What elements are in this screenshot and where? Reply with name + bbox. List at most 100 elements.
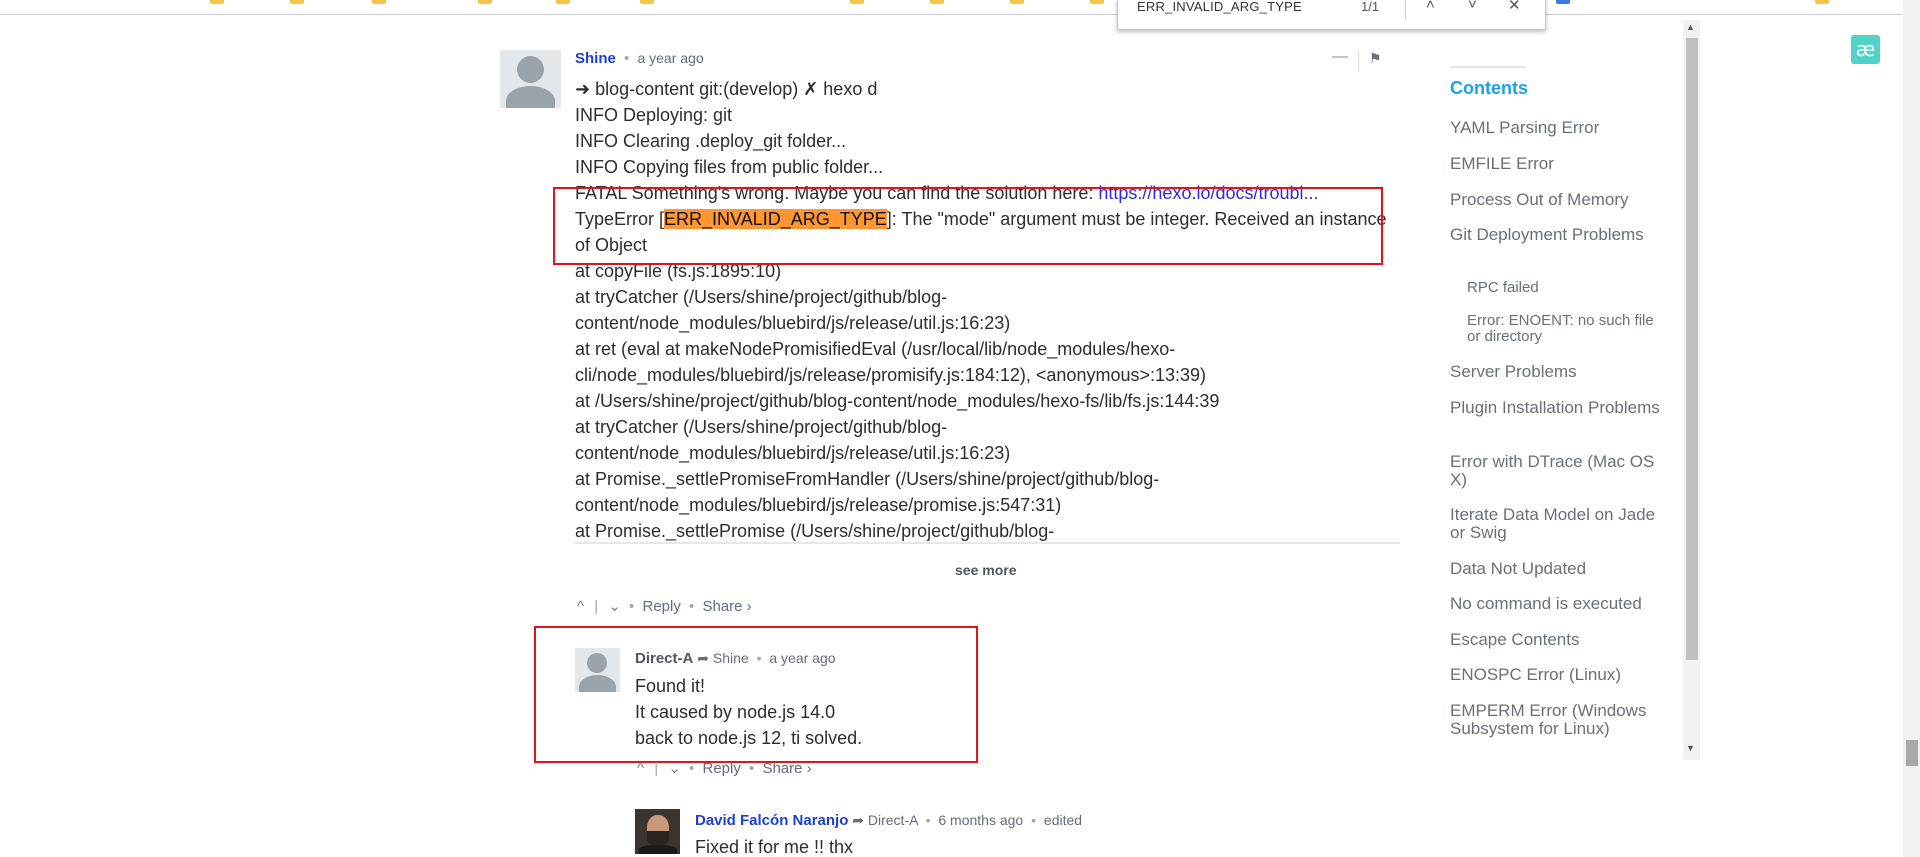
- downvote-icon[interactable]: ⌄: [608, 597, 621, 615]
- toc-item[interactable]: Data Not Updated: [1450, 560, 1660, 578]
- page-scrollbar[interactable]: [1903, 0, 1920, 857]
- find-in-page-bar: ERR_INVALID_ARG_TYPE 1/1 ˄ ˅ ✕: [1117, 0, 1546, 30]
- bookmark-folder-icon[interactable]: [290, 0, 304, 4]
- reply-body: Fixed it for me !! thx: [695, 837, 854, 857]
- edited-label: edited: [1043, 812, 1083, 828]
- bookmark-folder-icon[interactable]: [556, 0, 570, 4]
- avatar[interactable]: [575, 648, 620, 692]
- reply-body: Found it! It caused by node.js 14.0 back…: [635, 673, 862, 751]
- bullet-separator: •: [749, 760, 755, 777]
- comment-header: Shine • a year ago: [575, 50, 704, 67]
- stack-line: at Promise._settlePromiseFromHandler (/U…: [575, 469, 1160, 489]
- reply-button[interactable]: Reply: [642, 598, 680, 615]
- annotation-box-error: [553, 187, 1383, 265]
- reply-line: Found it!: [635, 676, 706, 696]
- toc-scrollbar-thumb[interactable]: [1686, 38, 1698, 660]
- scroll-up-icon[interactable]: ▲: [1686, 22, 1695, 32]
- bookmark-folder-icon[interactable]: [850, 0, 864, 4]
- stack-line: cli/node_modules/bluebird/js/release/pro…: [575, 365, 1207, 385]
- comment-body: ➜ blog-content git:(develop) ✗ hexo d IN…: [575, 76, 1405, 542]
- upvote-icon[interactable]: ^: [577, 598, 584, 615]
- upvote-icon[interactable]: ^: [637, 760, 644, 777]
- bullet-separator: •: [1031, 812, 1037, 828]
- toc-item[interactable]: Git Deployment Problems: [1450, 226, 1660, 244]
- reply-author-link[interactable]: Direct-A: [635, 650, 693, 667]
- toc-item[interactable]: Process Out of Memory: [1450, 191, 1660, 209]
- comment-line: INFO Clearing .deploy_git folder...: [575, 131, 847, 151]
- header-divider: [1358, 50, 1359, 72]
- scroll-down-icon[interactable]: ▼: [1686, 743, 1695, 753]
- stack-line: content/node_modules/bluebird/js/release…: [575, 313, 1011, 333]
- reply-arrow-icon: ➦: [852, 812, 868, 828]
- reply-line: back to node.js 12, ti solved.: [635, 728, 863, 748]
- reply-button[interactable]: Reply: [702, 760, 740, 777]
- toc-item[interactable]: Error with DTrace (Mac OS X): [1450, 453, 1660, 489]
- toc-item[interactable]: YAML Parsing Error: [1450, 119, 1660, 137]
- page-scrollbar-thumb[interactable]: [1906, 740, 1918, 766]
- bookmark-folder-icon[interactable]: [1090, 0, 1104, 4]
- reply-actions: ^ | ⌄ • Reply • Share ›: [637, 759, 812, 777]
- toc-subitem[interactable]: Error: ENOENT: no such file or directory: [1467, 313, 1657, 345]
- share-button[interactable]: Share ›: [762, 760, 811, 777]
- reply-timestamp[interactable]: a year ago: [769, 650, 835, 666]
- comment-timestamp[interactable]: a year ago: [637, 50, 703, 66]
- toc-title[interactable]: Contents: [1450, 78, 1528, 99]
- bookmark-folder-icon[interactable]: [1010, 0, 1024, 4]
- bullet-separator: •: [689, 760, 695, 777]
- extension-icon[interactable]: æ: [1851, 35, 1880, 64]
- see-more-button[interactable]: see more: [955, 562, 1016, 578]
- stack-line: at ret (eval at makeNodePromisifiedEval …: [575, 339, 1176, 359]
- bookmark-folder-icon[interactable]: [930, 0, 944, 4]
- reply-header: Direct-A ➦ Shine • a year ago: [635, 650, 836, 667]
- reply-header: David Falcón Naranjo ➦ Direct-A • 6 mont…: [695, 812, 1082, 829]
- toc-subitem[interactable]: RPC failed: [1467, 280, 1657, 296]
- toc-item[interactable]: Iterate Data Model on Jade or Swig: [1450, 506, 1660, 542]
- bullet-separator: •: [624, 50, 630, 67]
- comment-line: INFO Deploying: git: [575, 105, 733, 125]
- reply-timestamp[interactable]: 6 months ago: [938, 812, 1023, 828]
- comment-actions: ^ | ⌄ • Reply • Share ›: [577, 597, 752, 615]
- share-button[interactable]: Share ›: [702, 598, 751, 615]
- find-previous-icon[interactable]: ˄: [1426, 0, 1435, 13]
- avatar[interactable]: [635, 809, 680, 854]
- bullet-separator: •: [689, 598, 695, 615]
- avatar[interactable]: [500, 50, 561, 108]
- find-next-icon[interactable]: ˅: [1468, 0, 1477, 13]
- collapse-icon[interactable]: —: [1332, 48, 1348, 66]
- find-divider: [1405, 0, 1406, 19]
- flag-icon[interactable]: ⚑: [1369, 50, 1382, 67]
- toc-item[interactable]: EMFILE Error: [1450, 155, 1660, 173]
- in-reply-to-link[interactable]: Direct-A: [868, 812, 918, 828]
- bullet-separator: •: [756, 650, 762, 666]
- bookmark-folder-icon[interactable]: [478, 0, 492, 4]
- vote-divider: |: [654, 760, 659, 777]
- in-reply-to-link[interactable]: Shine: [713, 650, 749, 666]
- comment-line: ➜ blog-content git:(develop) ✗ hexo d: [575, 79, 878, 99]
- find-input[interactable]: ERR_INVALID_ARG_TYPE: [1137, 0, 1302, 14]
- toc-item[interactable]: Plugin Installation Problems: [1450, 399, 1660, 417]
- stack-line: content/node_modules/bluebird/js/release…: [575, 443, 1011, 463]
- comment-author-link[interactable]: Shine: [575, 50, 616, 67]
- find-close-icon[interactable]: ✕: [1508, 0, 1521, 14]
- toc-item[interactable]: No command is executed: [1450, 595, 1660, 613]
- reply-author-link[interactable]: David Falcón Naranjo: [695, 812, 848, 829]
- toc-item[interactable]: ENOSPC Error (Linux): [1450, 666, 1660, 684]
- toc-item[interactable]: Escape Contents: [1450, 631, 1660, 649]
- toc-divider: [1450, 66, 1526, 68]
- bookmark-apps-icon[interactable]: [1556, 0, 1570, 4]
- bookmark-folder-icon[interactable]: [640, 0, 654, 4]
- stack-line: at tryCatcher (/Users/shine/project/gith…: [575, 417, 948, 437]
- downvote-icon[interactable]: ⌄: [668, 759, 681, 777]
- vote-divider: |: [594, 598, 599, 615]
- bullet-separator: •: [925, 812, 931, 828]
- stack-line: at Promise._settlePromise (/Users/shine/…: [575, 521, 1055, 541]
- toc-item[interactable]: Server Problems: [1450, 363, 1660, 381]
- bookmark-folder-icon[interactable]: [1815, 0, 1829, 4]
- bookmark-folder-icon[interactable]: [210, 0, 224, 4]
- bookmarks-bar: [0, 0, 1920, 15]
- stack-line: at /Users/shine/project/github/blog-cont…: [575, 391, 1220, 411]
- reply-arrow-icon: ➦: [697, 650, 713, 666]
- toc-item[interactable]: EMPERM Error (Windows Subsystem for Linu…: [1450, 702, 1660, 738]
- comment-line: INFO Copying files from public folder...: [575, 157, 884, 177]
- bookmark-folder-icon[interactable]: [372, 0, 386, 4]
